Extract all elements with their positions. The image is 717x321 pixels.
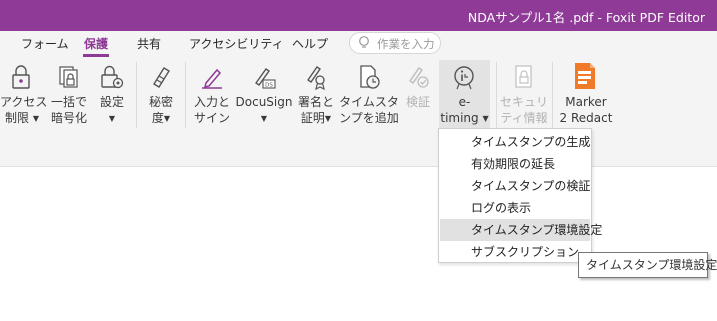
label-line2: timing: [440, 111, 479, 125]
caret-down-icon: ▼: [482, 114, 489, 123]
label-line1: Marker: [565, 95, 607, 109]
e-timing-dropdown-menu: タイムスタンプの生成 有効期限の延長 タイムスタンプの検証 ログの表示 タイムス…: [438, 128, 602, 263]
menu-item-show-log[interactable]: ログの表示: [440, 197, 590, 219]
docusign-button[interactable]: DS DocuSign ▼: [235, 60, 293, 132]
lock-icon: [12, 65, 30, 89]
label-line1: 署名と: [297, 95, 334, 109]
fill-and-sign-label: 入力と サイン: [191, 94, 233, 126]
label-line1: DocuSign: [235, 95, 293, 109]
label-line1: 設定: [99, 95, 124, 109]
marker-redact-icon: [575, 63, 595, 89]
tooltip: タイムスタンプ環境設定: [578, 252, 717, 278]
menu-help[interactable]: ヘルプ: [292, 35, 328, 52]
label-line1: アクセス: [0, 95, 48, 109]
security-settings-label: 設定 ▼: [94, 94, 130, 127]
lightbulb-icon: [359, 36, 369, 48]
validate-label: 検証: [401, 94, 435, 110]
label-line2: ティ情報: [500, 111, 548, 125]
validate-icon: [409, 67, 429, 88]
search-placeholder: 作業を入力: [377, 37, 435, 51]
label-line2: 2 Redact: [559, 111, 613, 125]
certify-icon: [307, 66, 325, 90]
security-settings-button[interactable]: 設定 ▼: [94, 60, 130, 132]
label-line2: 暗号化: [50, 111, 87, 125]
settings-lock-icon: [101, 65, 124, 89]
ribbon-separator: [496, 62, 497, 128]
etiming-icon: [454, 66, 474, 90]
add-timestamp-button[interactable]: タイムスタ ンプを追加: [339, 60, 399, 132]
caret-down-icon: ▼: [108, 114, 116, 123]
title-bar: NDAサンプル1名 .pdf - Foxit PDF Editor: [0, 0, 717, 31]
menu-item-subscription[interactable]: サブスクリプション: [440, 241, 590, 263]
label-line1: 一括で: [50, 95, 87, 109]
menu-item-extend-validity[interactable]: 有効期限の延長: [440, 153, 590, 175]
security-info-button[interactable]: セキュリ ティ情報: [500, 60, 548, 132]
timestamp-doc-icon: [360, 65, 380, 89]
e-timing-label: e- timing ▼: [439, 94, 490, 127]
label-line1: 検証: [405, 95, 430, 109]
label-line2: 制限: [5, 111, 30, 125]
label-line1: e-: [458, 95, 471, 109]
menu-item-generate-timestamp[interactable]: タイムスタンプの生成: [440, 131, 590, 153]
label-line2: サイン: [193, 111, 230, 125]
confidentiality-label: 秘密 度▼: [141, 94, 181, 127]
window-title: NDAサンプル1名 .pdf - Foxit PDF Editor: [467, 10, 705, 25]
ribbon-separator: [552, 62, 553, 128]
label-line1: 入力と: [193, 95, 230, 109]
ribbon-bottom-band: [0, 134, 717, 167]
confidentiality-button[interactable]: 秘密 度▼: [141, 60, 181, 132]
confidential-icon: [153, 67, 170, 88]
validate-button[interactable]: 検証: [401, 60, 435, 132]
label-line1: タイムスタ: [339, 95, 399, 109]
sign-and-certify-button[interactable]: 署名と 証明▼: [295, 60, 337, 132]
docusign-icon: DS: [255, 68, 276, 89]
fill-and-sign-button[interactable]: 入力と サイン: [191, 60, 233, 132]
svg-text:DS: DS: [265, 83, 273, 89]
ribbon-separator: [185, 62, 186, 128]
menu-protect[interactable]: 保護: [82, 35, 110, 57]
add-timestamp-label: タイムスタ ンプを追加: [339, 94, 399, 126]
marker2redact-label: Marker 2 Redact: [557, 94, 615, 126]
menu-accessibility[interactable]: アクセシビリティ: [189, 35, 284, 52]
caret-down-icon: ▼: [260, 114, 268, 123]
label-line2: 証明: [300, 111, 325, 125]
label-line2: ンプを追加: [339, 111, 399, 125]
caret-down-icon: ▼: [163, 114, 171, 123]
label-line1: 秘密: [148, 95, 173, 109]
marker2redact-button[interactable]: Marker 2 Redact: [557, 60, 615, 132]
tell-me-search[interactable]: 作業を入力: [349, 32, 441, 54]
caret-down-icon: ▼: [324, 114, 332, 123]
security-info-label: セキュリ ティ情報: [500, 94, 548, 126]
batch-encrypt-button[interactable]: 一括で 暗号化: [46, 60, 92, 132]
label-line2: 度: [151, 111, 164, 125]
access-restriction-button[interactable]: アクセス 制限 ▼: [0, 60, 48, 132]
batch-encrypt-icon: [59, 66, 78, 88]
menu-item-timestamp-preferences[interactable]: タイムスタンプ環境設定: [440, 219, 602, 241]
menu-share[interactable]: 共有: [137, 35, 161, 52]
sign-and-certify-label: 署名と 証明▼: [295, 94, 337, 127]
menu-item-verify-timestamp[interactable]: タイムスタンプの検証: [440, 175, 590, 197]
docusign-label: DocuSign ▼: [235, 94, 293, 127]
caret-down-icon: ▼: [32, 114, 39, 123]
access-restriction-label: アクセス 制限 ▼: [0, 94, 48, 127]
security-info-icon: [515, 65, 532, 88]
label-line1: セキュリ: [500, 95, 549, 109]
ribbon-separator: [136, 62, 137, 128]
e-timing-button[interactable]: e- timing ▼: [439, 60, 490, 132]
document-area[interactable]: [0, 168, 717, 321]
batch-encrypt-label: 一括で 暗号化: [46, 94, 92, 126]
menu-form[interactable]: フォーム: [21, 35, 69, 52]
pen-sign-icon: [202, 68, 222, 89]
